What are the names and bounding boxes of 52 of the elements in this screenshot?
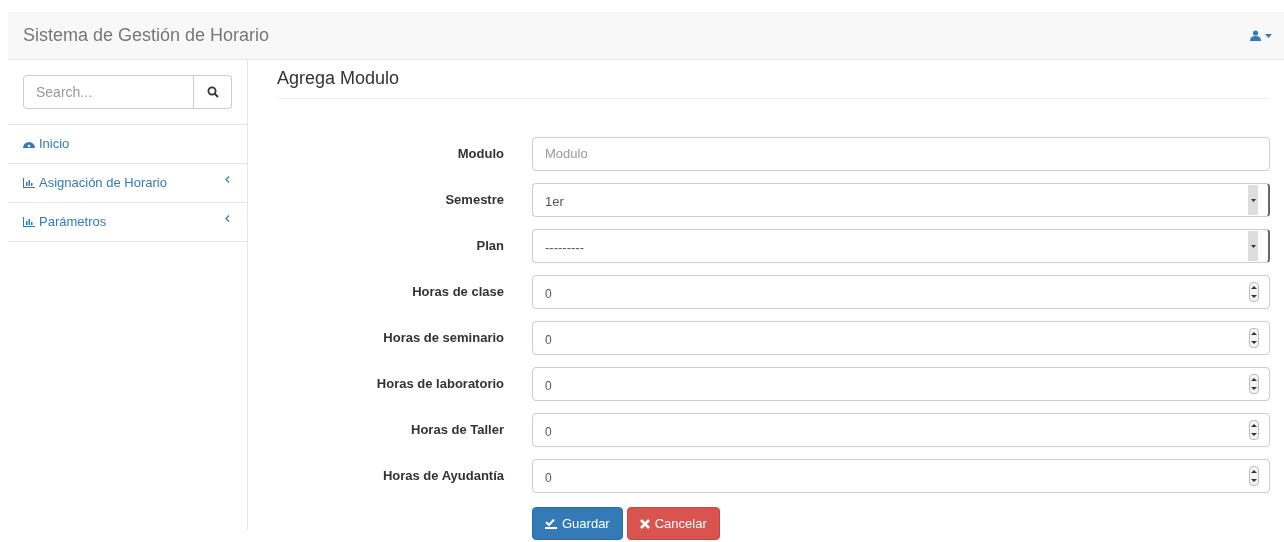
chevron-left-icon [225, 175, 230, 183]
down-arrow-icon [1251, 341, 1257, 344]
number-field[interactable]: 0 [532, 413, 1270, 447]
spinner-control[interactable] [1249, 328, 1259, 348]
field-label: Horas de Ayudantía [381, 467, 504, 486]
spinner-control[interactable] [1249, 282, 1259, 302]
search-icon [206, 86, 219, 98]
field-label: Horas de clase [411, 283, 504, 302]
down-arrow-icon [1251, 433, 1257, 436]
up-arrow-icon [1251, 424, 1257, 427]
number-field[interactable]: 0 [532, 321, 1270, 355]
up-arrow-icon [1251, 378, 1257, 381]
app-title[interactable]: Sistema de Gestión de Horario [23, 22, 270, 49]
dropdown-arrow-icon [1250, 198, 1256, 202]
down-arrow-icon [1251, 387, 1257, 390]
spinner-control[interactable] [1249, 420, 1259, 440]
up-arrow-icon [1251, 286, 1257, 289]
down-arrow-icon [1251, 479, 1257, 482]
field-label: Semestre [444, 191, 504, 210]
field-label: Horas de Taller [410, 421, 504, 440]
cancel-button[interactable]: Cancelar [626, 507, 720, 540]
sidebar-item[interactable]: Asignación de Horario [8, 164, 247, 203]
save-button[interactable]: Guardar [532, 507, 623, 540]
caret-icon [1265, 33, 1272, 38]
bar-chart-icon [23, 178, 35, 188]
chevron-left-icon [225, 214, 230, 222]
page-title: Agrega Modulo [277, 67, 401, 90]
field-label: Plan [475, 237, 504, 256]
close-icon [639, 518, 650, 529]
check-icon [545, 518, 557, 529]
number-field[interactable]: 0 [532, 275, 1270, 309]
sidebar-item[interactable]: Parámetros [8, 203, 247, 242]
up-arrow-icon [1251, 332, 1257, 335]
dashboard-icon [23, 139, 35, 149]
number-field[interactable]: 0 [532, 367, 1270, 401]
spinner-control[interactable] [1249, 466, 1259, 486]
dropdown-arrow-icon [1250, 244, 1256, 248]
field-label: Modulo [456, 145, 504, 164]
field-label: Horas de seminario [382, 329, 504, 348]
user-icon [1250, 30, 1261, 41]
spinner-control[interactable] [1249, 374, 1259, 394]
search-button[interactable] [194, 75, 232, 109]
sidebar-item[interactable]: Inicio [8, 125, 247, 164]
bar-chart-icon [23, 217, 35, 227]
down-arrow-icon [1251, 295, 1257, 298]
up-arrow-icon [1251, 470, 1257, 473]
field-label: Horas de laboratorio [375, 375, 504, 394]
number-field[interactable]: 0 [532, 459, 1270, 493]
search-field[interactable]: Search... [23, 75, 194, 109]
select-field[interactable]: 1er [532, 183, 1270, 217]
user-menu-button[interactable] [1250, 30, 1272, 41]
select-field[interactable]: --------- [532, 229, 1270, 263]
